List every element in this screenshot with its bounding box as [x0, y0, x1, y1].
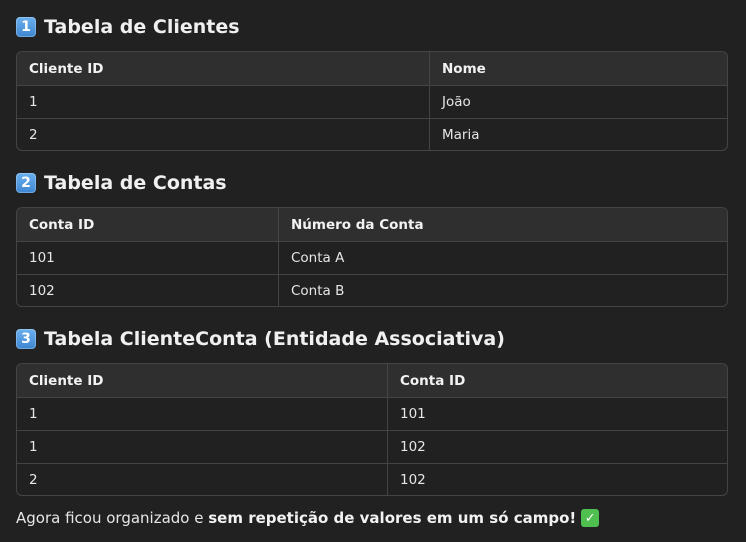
column-header-cliente-id: Cliente ID — [29, 60, 104, 77]
table-header-row: Cliente ID Conta ID — [17, 364, 727, 397]
table-cell: Maria — [429, 119, 727, 150]
table-row: 101 Conta A — [17, 241, 727, 274]
table-cell: Conta B — [278, 275, 727, 306]
table-clientes: Cliente ID Nome 1 João 2 Maria — [16, 51, 728, 151]
table-cell: 2 — [29, 472, 38, 488]
closing-sentence: Agora ficou organizado e sem repetição d… — [16, 507, 600, 529]
table-clienteconta: Cliente ID Conta ID 1 101 1 102 2 102 — [16, 363, 728, 496]
table-cell: 102 — [387, 464, 727, 495]
closing-text-plain: Agora ficou organizado e — [16, 509, 209, 527]
section-title-text: Tabela de Contas — [44, 172, 227, 194]
table-cell: 101 — [387, 398, 727, 430]
table-cell: João — [429, 86, 727, 118]
keycap-three-icon: 3 — [16, 329, 36, 349]
table-cell: 102 — [387, 431, 727, 463]
table-cell: 1 — [29, 439, 38, 455]
table-cell: 2 — [29, 127, 38, 143]
check-mark-icon: ✓ — [581, 509, 600, 527]
section-heading-clienteconta: 3 Tabela ClienteConta (Entidade Associat… — [16, 327, 505, 351]
table-row: 2 102 — [17, 463, 727, 495]
column-header-nome: Nome — [429, 52, 727, 85]
section-title-text: Tabela de Clientes — [44, 16, 240, 38]
section-title-text: Tabela ClienteConta (Entidade Associativ… — [44, 328, 505, 350]
column-header-conta-id: Conta ID — [387, 364, 727, 397]
table-row: 2 Maria — [17, 118, 727, 150]
table-row: 1 102 — [17, 430, 727, 463]
column-header-numero-da-conta: Número da Conta — [278, 208, 727, 241]
table-header-row: Conta ID Número da Conta — [17, 208, 727, 241]
column-header-cliente-id: Cliente ID — [29, 372, 104, 389]
section-heading-contas: 2 Tabela de Contas — [16, 171, 227, 195]
table-header-row: Cliente ID Nome — [17, 52, 727, 85]
table-cell: 1 — [29, 406, 38, 422]
table-row: 102 Conta B — [17, 274, 727, 306]
keycap-one-icon: 1 — [16, 17, 36, 37]
table-contas: Conta ID Número da Conta 101 Conta A 102… — [16, 207, 728, 307]
table-cell: 1 — [29, 94, 38, 110]
table-row: 1 João — [17, 85, 727, 118]
closing-text-bold: sem repetição de valores em um só campo! — [208, 509, 577, 527]
column-header-conta-id: Conta ID — [29, 216, 95, 233]
section-heading-clientes: 1 Tabela de Clientes — [16, 15, 240, 39]
table-row: 1 101 — [17, 397, 727, 430]
table-cell: 102 — [29, 283, 55, 299]
table-cell: 101 — [29, 250, 55, 266]
table-cell: Conta A — [278, 242, 727, 274]
keycap-two-icon: 2 — [16, 173, 36, 193]
